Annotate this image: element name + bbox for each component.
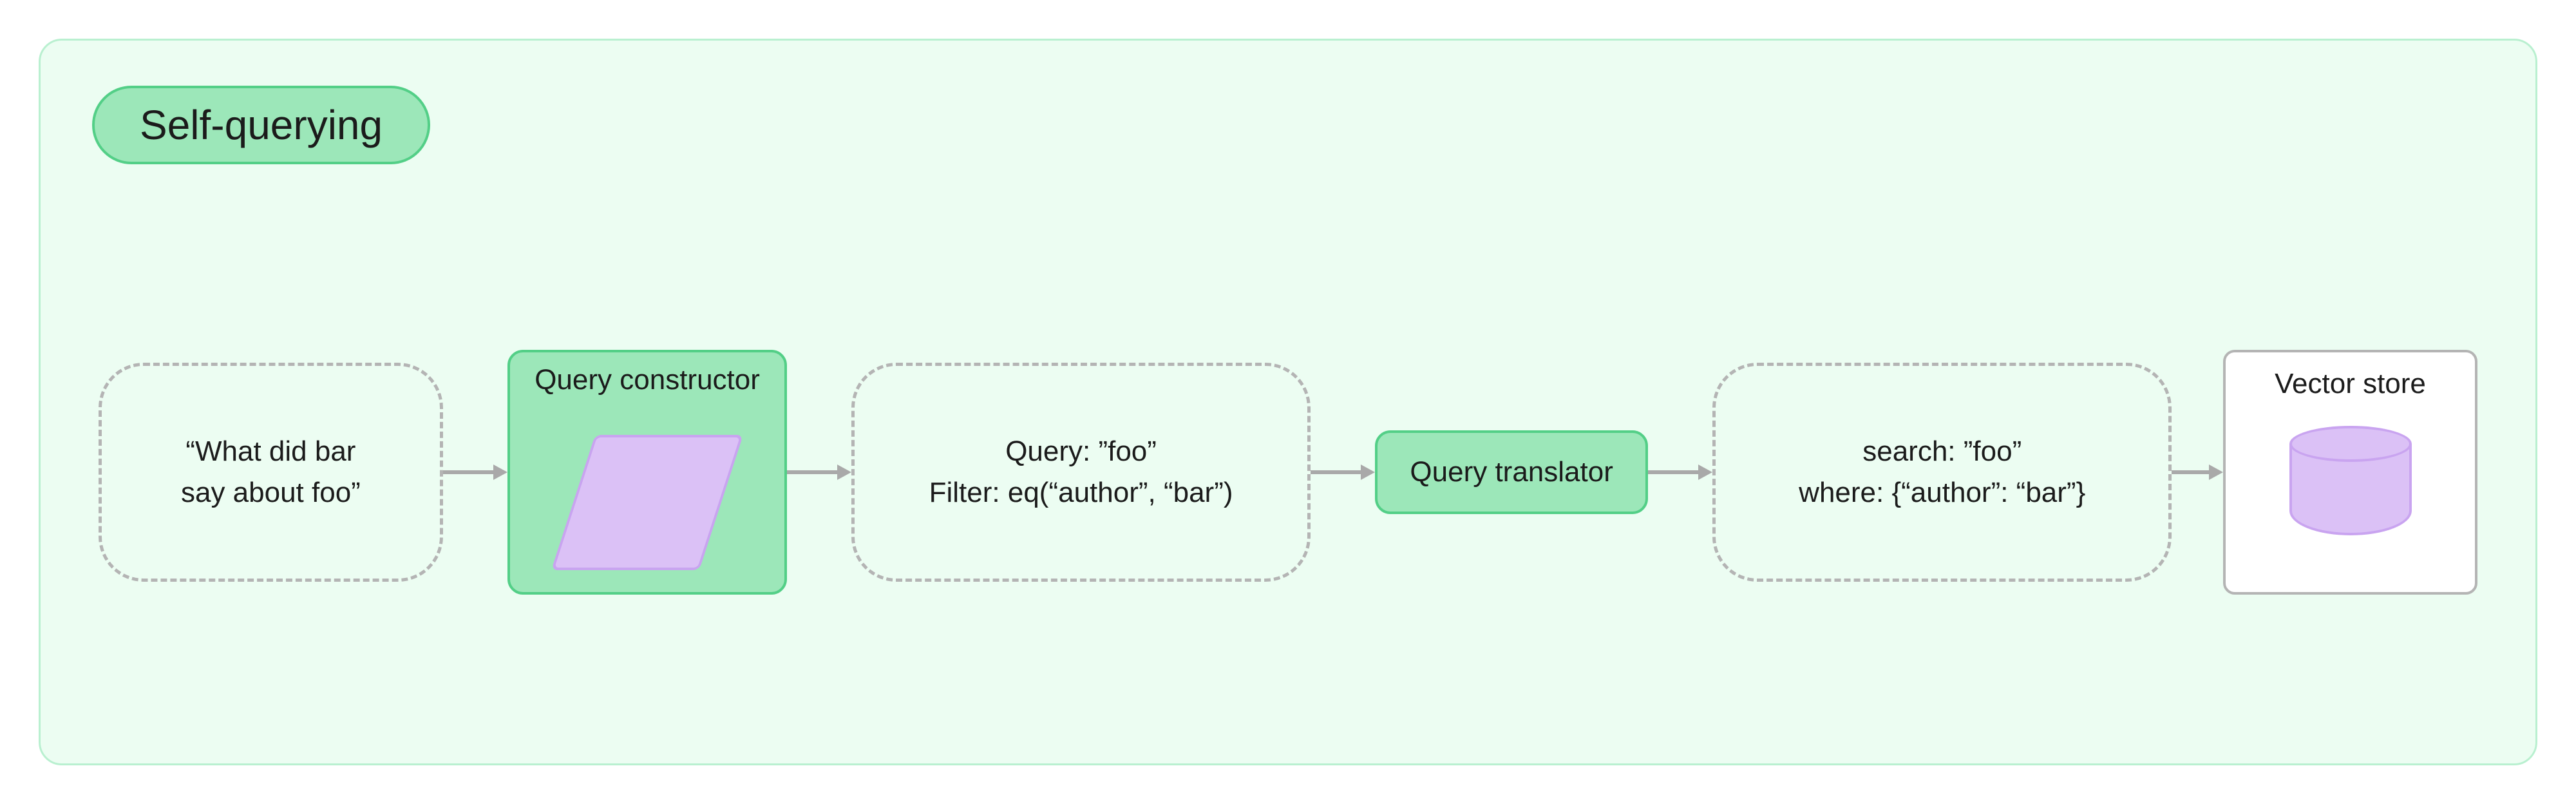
database-icon bbox=[2289, 426, 2412, 535]
structured-line-2: Filter: eq(“author”, “bar”) bbox=[929, 472, 1233, 513]
diagram-title-pill: Self-querying bbox=[92, 86, 430, 164]
input-query-node: “What did bar say about foo” bbox=[99, 363, 443, 582]
structured-line-1: Query: ”foo” bbox=[1005, 431, 1157, 472]
diagram-panel: Self-querying “What did bar say about fo… bbox=[39, 39, 2537, 765]
query-translator-node: Query translator bbox=[1375, 430, 1649, 514]
arrow-icon bbox=[1311, 459, 1375, 485]
translated-line-2: where: {“author”: “bar”} bbox=[1799, 472, 2085, 513]
input-line-1: “What did bar bbox=[185, 431, 355, 472]
diagram-title: Self-querying bbox=[140, 102, 383, 148]
vector-store-node: Vector store bbox=[2223, 350, 2477, 595]
translated-line-1: search: ”foo” bbox=[1862, 431, 2022, 472]
vector-store-label: Vector store bbox=[2275, 368, 2426, 400]
query-translator-label: Query translator bbox=[1410, 456, 1613, 488]
arrow-2 bbox=[787, 459, 851, 485]
flow-row: “What did bar say about foo” Query const… bbox=[99, 350, 2477, 595]
query-constructor-node: Query constructor bbox=[507, 350, 788, 595]
arrow-1 bbox=[443, 459, 507, 485]
arrow-icon bbox=[443, 459, 507, 485]
structured-query-node: Query: ”foo” Filter: eq(“author”, “bar”) bbox=[851, 363, 1311, 582]
arrow-icon bbox=[2172, 459, 2223, 485]
input-line-2: say about foo” bbox=[181, 472, 361, 513]
arrow-icon bbox=[787, 459, 851, 485]
arrow-icon bbox=[1648, 459, 1712, 485]
arrow-4 bbox=[1648, 459, 1712, 485]
parallelogram-icon bbox=[551, 435, 743, 570]
arrow-5 bbox=[2172, 459, 2223, 485]
query-constructor-label: Query constructor bbox=[535, 364, 760, 396]
translated-query-node: search: ”foo” where: {“author”: “bar”} bbox=[1712, 363, 2172, 582]
arrow-3 bbox=[1311, 459, 1375, 485]
